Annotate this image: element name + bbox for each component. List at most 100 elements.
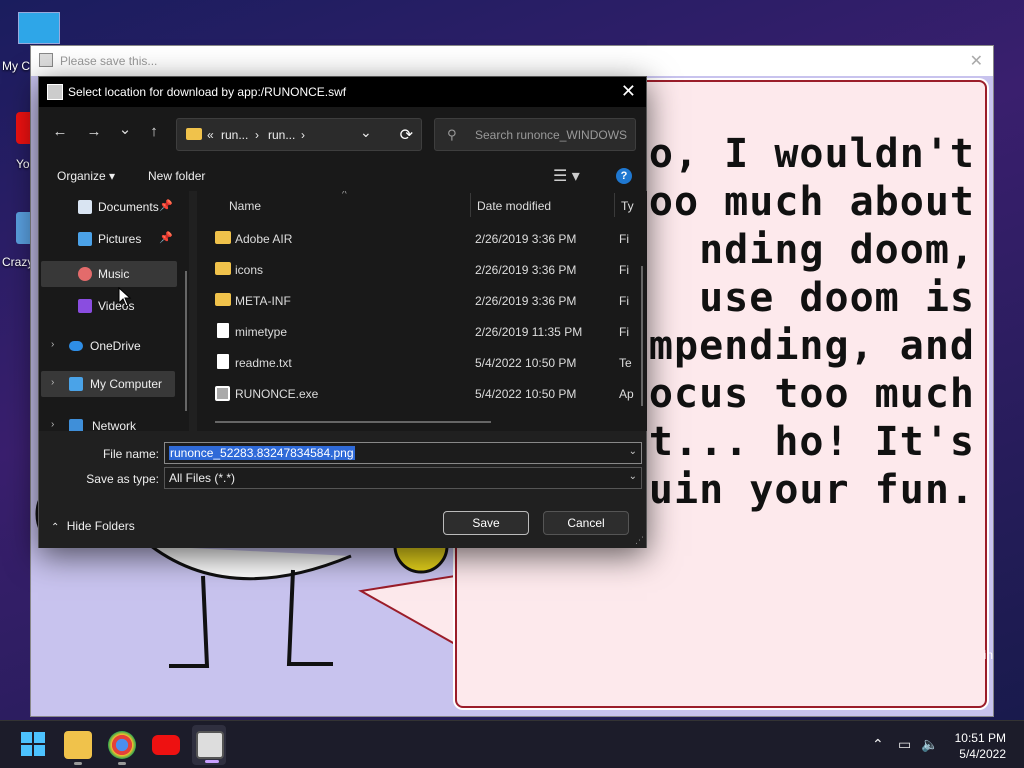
close-icon[interactable]: ✕ bbox=[970, 51, 983, 71]
file-explorer-icon[interactable] bbox=[64, 731, 92, 765]
save-button[interactable]: Save bbox=[443, 511, 529, 535]
nav-item-pictures[interactable]: Pictures 📌 bbox=[41, 226, 177, 252]
nav-item-label: My Computer bbox=[90, 377, 163, 391]
expand-chevron-icon[interactable]: › bbox=[51, 377, 54, 388]
file-row[interactable]: RUNONCE.exe 5/4/2022 10:50 PM Ap bbox=[213, 378, 634, 408]
search-placeholder: Search runonce_WINDOWS bbox=[475, 128, 628, 142]
runonce-app-icon[interactable] bbox=[196, 731, 224, 763]
expand-chevron-icon[interactable]: › bbox=[51, 339, 54, 350]
breadcrumb-item[interactable]: run... bbox=[268, 128, 295, 142]
chevron-down-icon[interactable]: ⌄ bbox=[629, 471, 637, 482]
column-type[interactable]: Ty bbox=[621, 199, 634, 213]
file-date: 2/26/2019 11:35 PM bbox=[475, 325, 583, 339]
taskbar: ⌃ ▭ 🔈 10:51 PM 5/4/2022 bbox=[0, 720, 1024, 768]
file-type: Fi bbox=[619, 294, 629, 308]
file-name: RUNONCE.exe bbox=[235, 387, 319, 401]
file-type: Fi bbox=[619, 263, 629, 277]
resize-grip-icon[interactable]: ⋰ bbox=[635, 535, 644, 546]
chevron-down-icon[interactable]: ⌄ bbox=[360, 124, 372, 141]
file-row[interactable]: Adobe AIR 2/26/2019 3:36 PM Fi bbox=[213, 223, 633, 253]
file-list: ^ Name Date modified Ty Adobe AIR 2/26/2… bbox=[197, 191, 647, 431]
file-name-field[interactable]: runonce_52283.83247834584.png ⌄ bbox=[164, 442, 642, 464]
nav-item-label: OneDrive bbox=[90, 339, 141, 353]
chevron-down-icon[interactable]: ⌄ bbox=[629, 446, 637, 457]
volume-icon[interactable]: 🔈 bbox=[921, 736, 938, 753]
running-indicator bbox=[205, 760, 219, 763]
forward-arrow-icon[interactable]: → bbox=[84, 123, 104, 140]
view-options-icon[interactable]: ☰ ▾ bbox=[553, 166, 580, 186]
save-as-type-value: All Files (*.*) bbox=[169, 471, 236, 485]
organize-button[interactable]: Organize ▾ bbox=[57, 169, 115, 183]
nav-item-network[interactable]: › Network bbox=[41, 413, 177, 431]
save-as-type-select[interactable]: All Files (*.*) ⌄ bbox=[164, 467, 642, 489]
folder-icon bbox=[215, 293, 231, 306]
nav-item-label: Pictures bbox=[98, 232, 142, 246]
file-name: readme.txt bbox=[235, 356, 292, 370]
show-hidden-icons-chevron[interactable]: ⌃ bbox=[872, 736, 884, 753]
clock-time: 10:51 PM bbox=[954, 731, 1006, 745]
file-row[interactable]: icons 2/26/2019 3:36 PM Fi bbox=[213, 254, 633, 284]
nav-item-my-computer[interactable]: › My Computer bbox=[41, 371, 175, 397]
column-date-modified[interactable]: Date modified bbox=[477, 199, 551, 213]
refresh-icon[interactable]: ⟳ bbox=[400, 125, 413, 145]
file-type: Ap bbox=[619, 387, 634, 401]
file-date: 5/4/2022 10:50 PM bbox=[475, 356, 577, 370]
hide-folders-label: Hide Folders bbox=[66, 519, 135, 533]
folder-icon bbox=[215, 262, 231, 275]
sort-caret-icon: ^ bbox=[342, 191, 347, 200]
videos-icon bbox=[78, 299, 92, 313]
search-input[interactable]: ⚲ Search runonce_WINDOWS bbox=[434, 118, 636, 151]
nav-item-onedrive[interactable]: › OneDrive bbox=[41, 333, 177, 359]
column-separator[interactable] bbox=[470, 193, 471, 217]
file-name-label: File name: bbox=[102, 447, 159, 461]
nav-item-videos[interactable]: Videos bbox=[41, 293, 177, 319]
clock[interactable]: 10:51 PM 5/4/2022 bbox=[955, 730, 1006, 762]
clock-date: 5/4/2022 bbox=[959, 747, 1006, 761]
nav-item-music[interactable]: Music bbox=[41, 261, 177, 287]
navigation-bar: ← → ⌄ ↑ « run... › run... › ⌄ ⟳ ⚲ Search… bbox=[39, 107, 646, 163]
column-separator[interactable] bbox=[614, 193, 615, 217]
file-row[interactable]: META-INF 2/26/2019 3:36 PM Fi bbox=[213, 285, 633, 315]
youtube-icon[interactable] bbox=[152, 735, 180, 755]
file-name: META-INF bbox=[235, 294, 291, 308]
nav-item-label: Documents bbox=[98, 200, 159, 214]
vertical-scrollbar[interactable] bbox=[641, 266, 643, 406]
cloud-icon bbox=[69, 341, 83, 351]
address-bar[interactable]: « run... › run... › ⌄ ⟳ bbox=[176, 118, 422, 151]
chrome-icon[interactable] bbox=[108, 731, 136, 765]
file-date: 5/4/2022 10:50 PM bbox=[475, 387, 577, 401]
file-row[interactable]: readme.txt 5/4/2022 10:50 PM Te bbox=[213, 347, 633, 377]
music-icon bbox=[78, 267, 92, 281]
file-name-value: runonce_52283.83247834584.png bbox=[169, 446, 355, 460]
start-button[interactable] bbox=[20, 731, 48, 759]
dialog-titlebar: Select location for download by app:/RUN… bbox=[39, 77, 646, 107]
computer-icon bbox=[69, 377, 83, 391]
up-arrow-icon[interactable]: ↑ bbox=[144, 123, 164, 140]
new-folder-button[interactable]: New folder bbox=[148, 169, 205, 183]
help-icon[interactable]: ? bbox=[616, 168, 632, 184]
back-arrow-icon[interactable]: ← bbox=[50, 123, 70, 140]
cancel-button[interactable]: Cancel bbox=[543, 511, 629, 535]
pin-icon: 📌 bbox=[159, 232, 173, 244]
file-name: icons bbox=[235, 263, 264, 277]
nav-item-label: Music bbox=[98, 267, 130, 281]
file-name: Adobe AIR bbox=[235, 232, 293, 246]
nav-item-label: Network bbox=[92, 419, 137, 431]
pin-icon: 📌 bbox=[159, 200, 173, 212]
nav-scrollbar[interactable] bbox=[185, 271, 187, 411]
column-name[interactable]: Name bbox=[229, 199, 261, 213]
breadcrumb-item[interactable]: run... bbox=[221, 128, 248, 142]
desktop-icon-label: My C bbox=[2, 59, 30, 73]
search-icon: ⚲ bbox=[447, 127, 457, 142]
running-indicator bbox=[118, 762, 126, 765]
horizontal-scrollbar[interactable] bbox=[215, 421, 491, 423]
expand-chevron-icon[interactable]: › bbox=[51, 419, 54, 430]
network-icon[interactable]: ▭ bbox=[898, 736, 911, 753]
close-icon[interactable]: ✕ bbox=[621, 81, 636, 102]
nav-item-documents[interactable]: Documents 📌 bbox=[41, 194, 177, 220]
recent-locations-icon[interactable]: ⌄ bbox=[115, 120, 135, 138]
documents-icon bbox=[78, 200, 92, 214]
file-row[interactable]: mimetype 2/26/2019 11:35 PM Fi bbox=[213, 316, 633, 346]
desktop-icon-label: Crazy bbox=[2, 255, 34, 269]
hide-folders-button[interactable]: ⌃ Hide Folders bbox=[51, 519, 135, 533]
